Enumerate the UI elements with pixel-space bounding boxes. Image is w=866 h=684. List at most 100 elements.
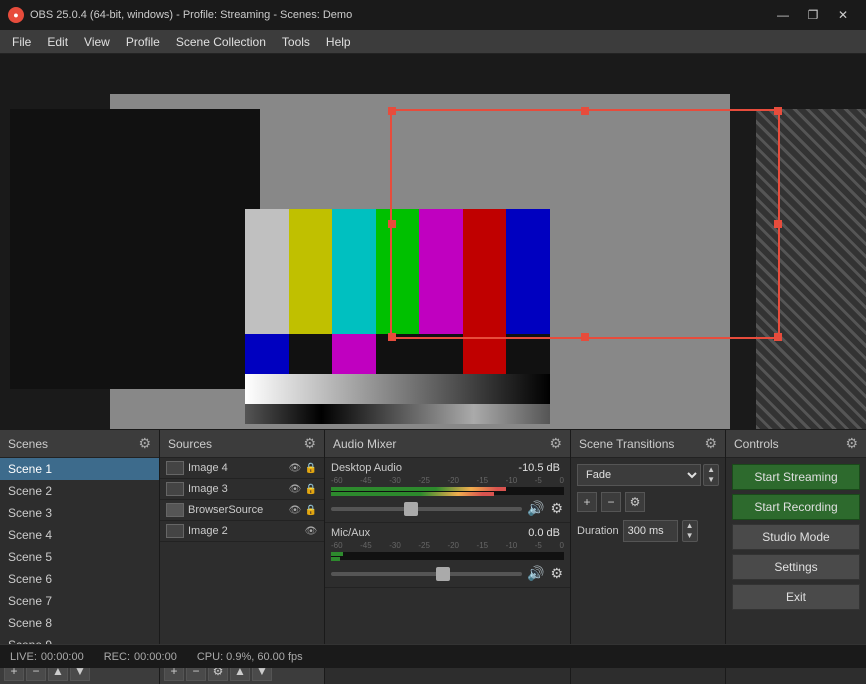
menu-file[interactable]: File bbox=[4, 30, 39, 54]
source-name: BrowserSource bbox=[188, 504, 284, 516]
sources-panel-content: Image 4 👁 🔒 Image 3 👁 🔒 bbox=[160, 458, 324, 656]
audio-track-name: Mic/Aux bbox=[331, 527, 370, 539]
start-recording-button[interactable]: Start Recording bbox=[732, 494, 860, 520]
duration-label: Duration bbox=[577, 525, 619, 537]
source-visibility-button[interactable]: 👁 bbox=[288, 503, 302, 517]
bottom-black2 bbox=[376, 334, 463, 374]
audio-settings-button[interactable]: ⚙ bbox=[549, 564, 564, 583]
sources-panel-icon[interactable]: ⚙ bbox=[303, 435, 316, 452]
hatch-area bbox=[756, 109, 866, 429]
audio-panel-title: Audio Mixer bbox=[333, 437, 396, 451]
controls-panel-icon[interactable]: ⚙ bbox=[845, 435, 858, 452]
transitions-panel-title: Scene Transitions bbox=[579, 437, 674, 451]
bar-red bbox=[463, 209, 507, 334]
source-lock-button[interactable]: 🔒 bbox=[304, 482, 318, 496]
audio-fader-row: 🔊 ⚙ bbox=[331, 564, 564, 583]
audio-fader-thumb[interactable] bbox=[436, 567, 450, 581]
minimize-button[interactable]: — bbox=[768, 4, 798, 26]
source-list-item[interactable]: Image 3 👁 🔒 bbox=[160, 479, 324, 500]
audio-fader-row: 🔊 ⚙ bbox=[331, 499, 564, 518]
gradient-strip bbox=[245, 374, 550, 404]
audio-panel-header: Audio Mixer ⚙ bbox=[325, 430, 570, 458]
settings-button[interactable]: Settings bbox=[732, 554, 860, 580]
bar-magenta bbox=[419, 209, 463, 334]
studio-mode-button[interactable]: Studio Mode bbox=[732, 524, 860, 550]
scene-list-item[interactable]: Scene 8 bbox=[0, 612, 159, 634]
bar-cyan bbox=[332, 209, 376, 334]
source-lock-button[interactable]: 🔒 bbox=[304, 503, 318, 517]
scene-list-item[interactable]: Scene 5 bbox=[0, 546, 159, 568]
transition-controls: + − ⚙ bbox=[577, 492, 719, 512]
bottom-blue bbox=[245, 334, 289, 374]
maximize-button[interactable]: ❐ bbox=[798, 4, 828, 26]
sources-panel-title: Sources bbox=[168, 437, 212, 451]
audio-track-header: Mic/Aux 0.0 dB bbox=[331, 527, 564, 539]
audio-fader-thumb[interactable] bbox=[404, 502, 418, 516]
menu-view[interactable]: View bbox=[76, 30, 118, 54]
transition-arrow-up[interactable]: ▲ bbox=[704, 465, 718, 475]
duration-arrow-down[interactable]: ▼ bbox=[683, 531, 697, 541]
source-visibility-button[interactable]: 👁 bbox=[288, 461, 302, 475]
exit-button[interactable]: Exit bbox=[732, 584, 860, 610]
meter-bar-mic bbox=[331, 552, 564, 560]
source-visibility-button[interactable]: 👁 bbox=[304, 524, 318, 538]
duration-arrow-up[interactable]: ▲ bbox=[683, 521, 697, 531]
bottom-panels: Scenes ⚙ Scene 1 Scene 2 Scene 3 Scene 4… bbox=[0, 429, 866, 644]
source-icons: 👁 🔒 bbox=[288, 482, 318, 496]
source-thumbnail bbox=[166, 461, 184, 475]
menu-edit[interactable]: Edit bbox=[39, 30, 76, 54]
source-list-item[interactable]: Image 4 👁 🔒 bbox=[160, 458, 324, 479]
scene-list-item[interactable]: Scene 4 bbox=[0, 524, 159, 546]
scene-list-item[interactable]: Scene 7 bbox=[0, 590, 159, 612]
audio-settings-button[interactable]: ⚙ bbox=[549, 499, 564, 518]
scene-list-item[interactable]: Scene 3 bbox=[0, 502, 159, 524]
audio-fader[interactable] bbox=[331, 572, 522, 576]
menu-profile[interactable]: Profile bbox=[118, 30, 168, 54]
transition-select-row: Fade ▲ ▼ bbox=[577, 464, 719, 486]
source-thumbnail bbox=[166, 482, 184, 496]
source-icons: 👁 🔒 bbox=[288, 461, 318, 475]
source-visibility-button[interactable]: 👁 bbox=[288, 482, 302, 496]
source-list-item[interactable]: Image 2 👁 bbox=[160, 521, 324, 542]
source-lock-button[interactable]: 🔒 bbox=[304, 461, 318, 475]
duration-arrows: ▲ ▼ bbox=[682, 520, 698, 542]
controls-panel-header: Controls ⚙ bbox=[726, 430, 866, 458]
scenes-panel-icon[interactable]: ⚙ bbox=[138, 435, 151, 452]
menu-help[interactable]: Help bbox=[318, 30, 359, 54]
scene-list-item[interactable]: Scene 6 bbox=[0, 568, 159, 590]
close-button[interactable]: ✕ bbox=[828, 4, 858, 26]
meter-fill-mic-bottom bbox=[331, 557, 340, 561]
meter-fill-bottom bbox=[331, 492, 494, 496]
scene-list-item[interactable]: Scene 2 bbox=[0, 480, 159, 502]
status-bar: LIVE: 00:00:00 REC: 00:00:00 CPU: 0.9%, … bbox=[0, 644, 866, 668]
add-transition-button[interactable]: + bbox=[577, 492, 597, 512]
window-controls: — ❐ ✕ bbox=[768, 4, 858, 26]
start-streaming-button[interactable]: Start Streaming bbox=[732, 464, 860, 490]
source-list-item[interactable]: BrowserSource 👁 🔒 bbox=[160, 500, 324, 521]
audio-fader[interactable] bbox=[331, 507, 522, 511]
mute-button[interactable]: 🔊 bbox=[526, 499, 545, 518]
transitions-content: Fade ▲ ▼ + − ⚙ bbox=[571, 458, 725, 548]
source-name: Image 4 bbox=[188, 462, 284, 474]
duration-input[interactable] bbox=[623, 520, 678, 542]
rec-label: REC: bbox=[104, 651, 130, 663]
sources-panel-header: Sources ⚙ bbox=[160, 430, 324, 458]
transition-arrow-down[interactable]: ▼ bbox=[704, 475, 718, 485]
audio-panel-icon[interactable]: ⚙ bbox=[549, 435, 562, 452]
bottom-magenta bbox=[332, 334, 376, 374]
controls-panel-title: Controls bbox=[734, 437, 779, 451]
transitions-panel-icon[interactable]: ⚙ bbox=[704, 435, 717, 452]
mute-button[interactable]: 🔊 bbox=[526, 564, 545, 583]
scene-list-item[interactable]: Scene 1 bbox=[0, 458, 159, 480]
menu-scene-collection[interactable]: Scene Collection bbox=[168, 30, 274, 54]
transition-arrows: ▲ ▼ bbox=[703, 464, 719, 486]
bottom-red bbox=[463, 334, 507, 374]
app-icon: ● bbox=[8, 7, 24, 23]
menu-tools[interactable]: Tools bbox=[274, 30, 318, 54]
source-name: Image 3 bbox=[188, 483, 284, 495]
transition-settings-button[interactable]: ⚙ bbox=[625, 492, 645, 512]
live-status: LIVE: 00:00:00 bbox=[10, 651, 84, 663]
transition-type-select[interactable]: Fade bbox=[577, 464, 701, 486]
remove-transition-button[interactable]: − bbox=[601, 492, 621, 512]
titlebar: ● OBS 25.0.4 (64-bit, windows) - Profile… bbox=[0, 0, 866, 30]
